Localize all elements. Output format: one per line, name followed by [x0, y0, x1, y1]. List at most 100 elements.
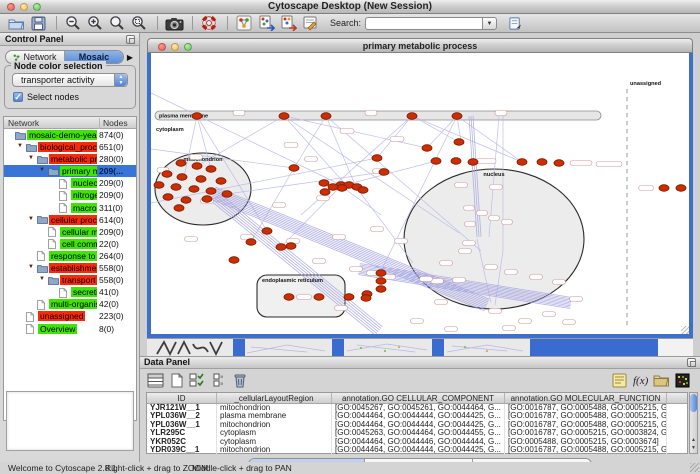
gene-node[interactable] — [163, 194, 173, 201]
gene-node[interactable] — [328, 184, 338, 191]
tree-row-mosaic-demo-yeast[interactable]: mosaic-demo-yeast874(0) — [4, 129, 136, 141]
gene-node[interactable] — [286, 243, 296, 250]
gene-node[interactable] — [206, 188, 216, 195]
search-options-icon[interactable] — [505, 15, 525, 32]
network-view-window[interactable]: primary metabolic process plasma membran… — [147, 38, 693, 338]
table-row-ypl036w-1[interactable]: YPL036W__1mitochondrion[GO:0044464, GO:0… — [147, 421, 687, 429]
scroll-down-icon[interactable]: ▼ — [690, 444, 697, 452]
tree-row-biological-process[interactable]: ▼biological_process651(0) — [4, 141, 136, 153]
tree-row-overview[interactable]: Overview8(0) — [4, 323, 136, 335]
gene-node[interactable] — [202, 196, 212, 203]
edge[interactable] — [284, 116, 427, 148]
combobox-stepper-icon[interactable]: ▲▼ — [114, 74, 127, 86]
gene-node[interactable] — [659, 185, 669, 192]
zoom-fit-icon[interactable] — [129, 15, 149, 32]
gene-node[interactable] — [361, 295, 371, 302]
table-row-ylr295c[interactable]: YLR295Ccytoplasm[GO:0045263, GO:0044464,… — [147, 429, 687, 437]
birds-eye-view[interactable] — [6, 391, 134, 451]
attribute-table[interactable]: ID_cellularLayoutRegionannotation.GO CEL… — [146, 392, 688, 454]
gene-node[interactable] — [537, 159, 547, 166]
gene-node[interactable] — [279, 113, 289, 120]
gene-node[interactable] — [177, 174, 187, 181]
table-row-ydr039c-1[interactable]: YDR039C__1mitochondrion[GO:0044464, GO:0… — [147, 446, 687, 454]
gene-node[interactable] — [171, 184, 181, 191]
gene-node[interactable] — [320, 189, 330, 196]
gene-node[interactable] — [314, 294, 324, 301]
gene-node[interactable] — [379, 169, 389, 176]
edge[interactable] — [427, 116, 457, 148]
attribute-table-icon[interactable] — [146, 371, 165, 389]
app-resize-grip[interactable] — [690, 463, 699, 472]
function-builder-icon[interactable]: f(x) — [631, 371, 650, 389]
gene-node[interactable] — [289, 165, 299, 172]
tree-row-multi-organism-pro[interactable]: multi-organism pro42(0) — [4, 298, 136, 310]
node-color-combobox[interactable]: transporter activity ▲▼ — [12, 73, 128, 87]
table-row-ypl036w-2[interactable]: YPL036W__2plasma membrane[GO:0044464, GO… — [147, 412, 687, 420]
gene-node[interactable] — [337, 185, 347, 192]
column-header-annotation-go-cellular-component[interactable]: annotation.GO CELLULAR_COMPONENT — [332, 393, 505, 403]
gene-node[interactable] — [319, 180, 329, 187]
attribute-matrix-icon[interactable] — [673, 371, 692, 389]
delete-attributes-icon[interactable] — [230, 371, 249, 389]
tree-row-cell-communicat[interactable]: cell communicat22(0) — [4, 238, 136, 250]
select-nodes-checkbox[interactable]: ✓ — [13, 92, 23, 102]
gene-node[interactable] — [162, 171, 172, 178]
camera-icon[interactable] — [164, 15, 184, 32]
search-input[interactable] — [365, 17, 483, 30]
help-lifesaver-icon[interactable] — [199, 15, 219, 32]
gene-node[interactable] — [216, 178, 226, 185]
column-header-id[interactable]: ID — [147, 393, 217, 403]
expand-arrow-icon[interactable]: ▼ — [28, 264, 34, 270]
scroll-up-icon[interactable]: ▲ — [690, 436, 697, 444]
gene-node[interactable] — [431, 158, 441, 165]
tree-row-primary-metabo[interactable]: ▼primary metabo209(... — [4, 165, 136, 177]
gene-node[interactable] — [181, 197, 191, 204]
gene-node[interactable] — [372, 155, 382, 162]
gene-node[interactable] — [454, 139, 464, 146]
gene-node[interactable] — [222, 191, 232, 198]
tree-row-transport[interactable]: ▼transport558(0) — [4, 274, 136, 286]
gene-node[interactable] — [206, 166, 216, 173]
tree-row-nitrogen-compo[interactable]: nitrogen compo209(0) — [4, 189, 136, 201]
background-windows[interactable] — [147, 338, 693, 356]
float-panel-icon[interactable] — [126, 35, 135, 44]
gene-node[interactable] — [192, 113, 202, 120]
float-panel-icon[interactable] — [687, 358, 696, 367]
gene-node[interactable] — [192, 163, 202, 170]
table-row-ykr052c[interactable]: YKR052Ccytoplasm[GO:0044464, GO:0044446,… — [147, 438, 687, 446]
tree-row-response-to-stimul[interactable]: response to stimul264(0) — [4, 250, 136, 262]
tree-row-macromolecule[interactable]: macromolecule311(0) — [4, 202, 136, 214]
gene-node[interactable] — [676, 185, 686, 192]
network-window-titlebar[interactable]: primary metabolic process — [147, 38, 693, 53]
select-attributes-icon[interactable] — [188, 371, 207, 389]
tree-row-cellular-metabo[interactable]: cellular metabo209(0) — [4, 226, 136, 238]
gene-node[interactable] — [196, 176, 206, 183]
annotation-icon[interactable] — [300, 15, 320, 32]
search-dropdown-arrow[interactable]: ▼ — [483, 17, 497, 30]
open-folder-icon[interactable] — [6, 15, 26, 32]
tree-header[interactable]: Network Nodes — [4, 117, 136, 129]
gene-node[interactable] — [358, 187, 368, 194]
gene-node[interactable] — [517, 159, 527, 166]
gene-node[interactable] — [376, 270, 386, 277]
column-header-cellularlayoutregion[interactable]: _cellularLayoutRegion — [217, 393, 332, 403]
column-header-annotation-go-molecular-function[interactable]: annotation.GO MOLECULAR_FUNCTION — [505, 393, 667, 403]
zoom-out-icon[interactable] — [63, 15, 83, 32]
tree-row-nucleobase[interactable]: nucleobase-209(0) — [4, 177, 136, 189]
tree-row-establishment-of-lo[interactable]: ▼establishment of lo558(0) — [4, 262, 136, 274]
expand-arrow-icon[interactable]: ▼ — [39, 276, 45, 282]
table-scrollbar[interactable]: ▲ ▼ — [689, 392, 698, 454]
save-icon[interactable] — [28, 15, 48, 32]
gene-node[interactable] — [229, 257, 239, 264]
gene-node[interactable] — [276, 244, 286, 251]
import-attributes-icon[interactable] — [652, 371, 671, 389]
expand-arrow-icon[interactable]: ▼ — [17, 143, 23, 149]
gene-node[interactable] — [376, 286, 386, 293]
gene-node[interactable] — [154, 182, 164, 189]
gene-node[interactable] — [344, 294, 354, 301]
expand-arrow-icon[interactable]: ▼ — [28, 216, 34, 222]
expand-arrow-icon[interactable]: ▼ — [28, 155, 34, 161]
gene-node[interactable] — [321, 113, 331, 120]
import-table-icon[interactable] — [278, 15, 298, 32]
edge[interactable] — [284, 116, 459, 233]
